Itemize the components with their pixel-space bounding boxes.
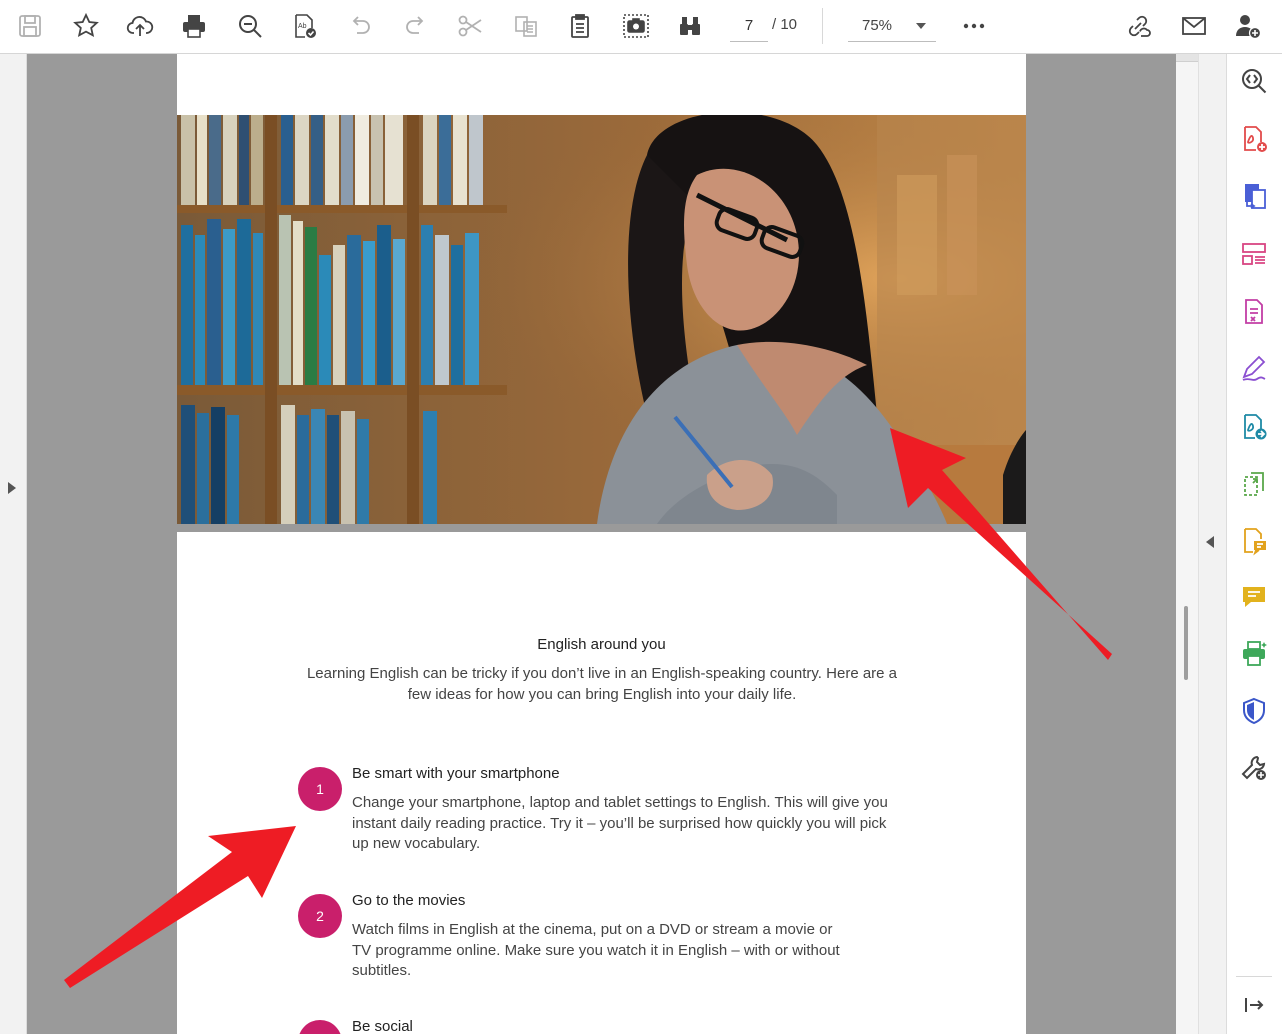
- tip-number-badge: 1: [298, 767, 342, 811]
- copy-icon[interactable]: [506, 6, 546, 46]
- zoom-dropdown[interactable]: 75%: [848, 10, 936, 42]
- left-pane-gutter: [0, 54, 27, 1034]
- export-pdf-icon[interactable]: [1234, 176, 1274, 216]
- tip-heading: Go to the movies: [352, 892, 466, 909]
- more-icon[interactable]: [954, 6, 994, 46]
- toolbar-divider: [822, 8, 823, 44]
- tip-body: Change your smartphone, laptop and table…: [352, 794, 888, 852]
- tip-number-badge: 2: [298, 894, 342, 938]
- chevron-down-icon: [916, 23, 926, 29]
- tip-body: Watch films in English at the cinema, pu…: [352, 921, 840, 979]
- expand-left-pane-icon[interactable]: [8, 482, 16, 494]
- print-production-icon[interactable]: [1234, 634, 1274, 674]
- comment-doc-icon[interactable]: [1234, 521, 1274, 561]
- collapse-right-pane-icon[interactable]: [1206, 536, 1214, 548]
- tip-heading: Be social: [352, 1018, 413, 1034]
- binoculars-icon[interactable]: [670, 6, 710, 46]
- organize-pages-icon[interactable]: [1234, 234, 1274, 274]
- section-intro: Learning English can be tricky if you do…: [306, 665, 898, 703]
- collapse-panel-icon[interactable]: [1234, 985, 1274, 1025]
- page-total-label: / 10: [772, 16, 798, 33]
- spellcheck-icon[interactable]: Ab: [284, 6, 324, 46]
- undo-icon[interactable]: [340, 6, 380, 46]
- redo-icon[interactable]: [396, 6, 436, 46]
- section-title: English around you: [537, 636, 666, 653]
- edit-pdf-icon[interactable]: [1234, 292, 1274, 332]
- send-for-review-icon[interactable]: [1234, 407, 1274, 447]
- vertical-scrollbar[interactable]: [1176, 54, 1198, 1034]
- print-icon[interactable]: [174, 6, 214, 46]
- clipboard-icon[interactable]: [560, 6, 600, 46]
- upload-cloud-icon[interactable]: [120, 6, 160, 46]
- cut-icon[interactable]: [450, 6, 490, 46]
- email-icon[interactable]: [1174, 6, 1214, 46]
- protect-shield-icon[interactable]: [1234, 691, 1274, 731]
- compress-pdf-icon[interactable]: [1234, 464, 1274, 504]
- scrollbar-top-nub[interactable]: [1176, 54, 1198, 62]
- tip-heading: Be smart with your smartphone: [352, 765, 560, 782]
- share-link-icon[interactable]: [1118, 6, 1158, 46]
- main-toolbar: Ab / 10 75%: [0, 0, 1282, 54]
- fill-sign-icon[interactable]: [1234, 349, 1274, 389]
- more-tools-icon[interactable]: [1234, 748, 1274, 788]
- create-pdf-icon[interactable]: [1234, 119, 1274, 159]
- bookmark-star-icon[interactable]: [66, 6, 106, 46]
- zoom-pages-icon[interactable]: [1234, 61, 1274, 101]
- zoom-find-icon[interactable]: [230, 6, 270, 46]
- comment-icon[interactable]: [1234, 577, 1274, 617]
- snapshot-camera-icon[interactable]: [616, 6, 656, 46]
- student-library-photo: [177, 115, 1026, 524]
- add-user-icon[interactable]: [1228, 6, 1268, 46]
- scrollbar-thumb[interactable]: [1184, 606, 1188, 680]
- page-gap: [177, 524, 1026, 532]
- tools-divider: [1236, 976, 1272, 977]
- page-number-input[interactable]: [730, 10, 768, 42]
- svg-text:Ab: Ab: [298, 23, 307, 30]
- zoom-value: 75%: [862, 17, 893, 34]
- save-icon[interactable]: [10, 6, 50, 46]
